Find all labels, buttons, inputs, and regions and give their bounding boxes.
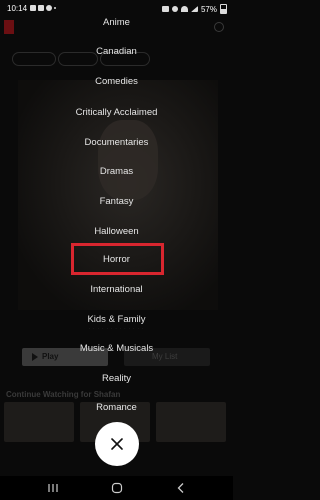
back-icon[interactable] xyxy=(174,481,188,495)
close-button[interactable] xyxy=(95,422,139,466)
menu-item-documentaries[interactable]: Documentaries xyxy=(0,137,233,149)
menu-item-romance[interactable]: Romance xyxy=(0,402,233,414)
highlight-box xyxy=(71,243,164,275)
menu-item-dramas[interactable]: Dramas xyxy=(0,166,233,178)
menu-item-anime[interactable]: Anime xyxy=(0,17,233,29)
menu-item-reality[interactable]: Reality xyxy=(0,373,233,385)
menu-item-critically-acclaimed[interactable]: Critically Acclaimed xyxy=(0,107,233,119)
navigation-bar xyxy=(0,476,233,500)
menu-item-halloween[interactable]: Halloween xyxy=(0,226,233,238)
home-icon[interactable] xyxy=(110,481,124,495)
recents-icon[interactable] xyxy=(46,481,60,495)
close-icon xyxy=(111,438,123,450)
menu-item-canadian[interactable]: Canadian xyxy=(0,46,233,58)
menu-item-international[interactable]: International xyxy=(0,284,233,296)
menu-item-kids-family[interactable]: Kids & Family xyxy=(0,314,233,326)
menu-item-music-musicals[interactable]: Music & Musicals xyxy=(0,343,233,355)
menu-item-comedies[interactable]: Comedies xyxy=(0,76,233,88)
menu-item-fantasy[interactable]: Fantasy xyxy=(0,196,233,208)
